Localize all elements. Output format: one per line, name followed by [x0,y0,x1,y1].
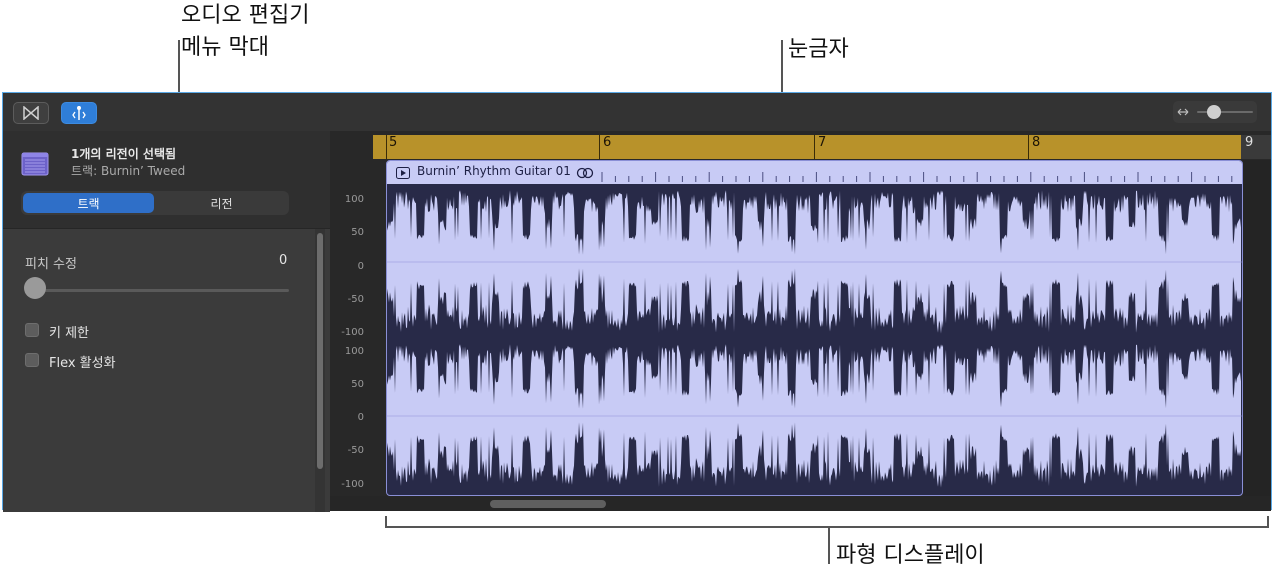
ruler-bar-7: 7 [818,135,827,150]
pitch-correction-knob[interactable] [24,277,46,299]
axis-upper-0: 0 [357,261,364,272]
callout-waveform-leader [828,528,830,564]
callout-menubar-line2: 메뉴 막대 [181,35,269,60]
audio-region[interactable]: Burnin’ Rhythm Guitar 01 [386,160,1243,496]
inspector-tab-control: 트랙 리전 [21,191,289,215]
amp-icon [21,152,49,176]
callout-audio-editor-menubar: 오디오 편집기 메뉴 막대 [181,0,309,64]
axis-lower-minus100: -100 [341,479,364,490]
ruler-tick-7 [814,135,815,159]
axis-upper-50: 50 [351,227,364,238]
axis-upper-100: 100 [344,194,364,205]
flex-icon [72,106,86,120]
ruler[interactable]: 5 6 7 8 9 [373,135,1271,159]
flex-enable-checkbox[interactable] [25,353,39,367]
selection-title: 1개의 리전이 선택됨 [71,147,177,161]
key-limit-label: 키 제한 [49,326,90,341]
callout-waveform-bracket-left [385,516,387,528]
inspector-scroll-thumb[interactable] [317,233,323,469]
axis-lower-100: 100 [344,346,364,357]
axis-lower-minus50: -50 [347,445,364,456]
callout-waveform-bracket [385,526,1269,528]
callout-menubar-line1: 오디오 편집기 [181,3,310,28]
pitch-correction-value: 0 [279,253,288,268]
waveform-editor: 5 6 7 8 9 100 50 0 -50 -100 100 50 0 -50… [330,131,1271,511]
editor-horizontal-scrollbar[interactable] [330,496,1271,511]
callout-waveform-bracket-right [1267,516,1269,528]
ruler-bar-6: 6 [603,135,612,150]
ruler-bar-8: 8 [1032,135,1041,150]
key-limit-checkbox[interactable] [25,323,39,337]
ruler-tick-8 [1028,135,1029,159]
flex-enable-label: Flex 활성화 [49,356,116,371]
axis-lower-50: 50 [351,379,364,390]
tab-region[interactable]: 리전 [156,193,287,213]
track-subtitle: 트랙: Burnin’ Tweed [71,164,186,178]
callout-menubar-leader [178,40,180,92]
track-settings-panel: 피치 수정 0 키 제한 Flex 활성화 [3,228,330,512]
axis-lower-0: 0 [357,412,364,423]
editor-right-margin [1243,160,1271,496]
catch-icon [23,106,39,120]
callout-waveform: 파형 디스플레이 [836,543,985,568]
waveform-display[interactable] [387,184,1242,496]
ruler-tick-5 [386,135,387,159]
flex-tool-button[interactable] [61,102,97,124]
ruler-bar-5: 5 [389,135,398,150]
ruler-tick-6 [599,135,600,159]
horizontal-zoom-slider[interactable] [1173,101,1257,123]
pitch-correction-label: 피치 수정 [25,257,77,272]
pitch-correction-slider[interactable] [27,289,289,292]
ruler-bar-9: 9 [1245,135,1254,150]
callout-ruler: 눈금자 [788,37,849,62]
region-beat-ticks [601,172,1233,182]
region-header[interactable]: Burnin’ Rhythm Guitar 01 [387,161,1242,184]
audio-editor-menubar [3,93,1271,131]
axis-upper-minus50: -50 [347,294,364,305]
inspector-panel: 1개의 리전이 선택됨 트랙: Burnin’ Tweed 트랙 리전 피치 수… [3,131,330,512]
axis-upper-minus100: -100 [341,327,364,338]
tab-track[interactable]: 트랙 [23,193,154,213]
audio-editor-window: 1개의 리전이 선택됨 트랙: Burnin’ Tweed 트랙 리전 피치 수… [2,92,1272,512]
inspector-scrollbar[interactable] [315,229,325,512]
editor-scroll-thumb[interactable] [490,500,606,508]
catch-playhead-button[interactable] [13,102,49,124]
horizontal-zoom-knob[interactable] [1207,105,1221,119]
